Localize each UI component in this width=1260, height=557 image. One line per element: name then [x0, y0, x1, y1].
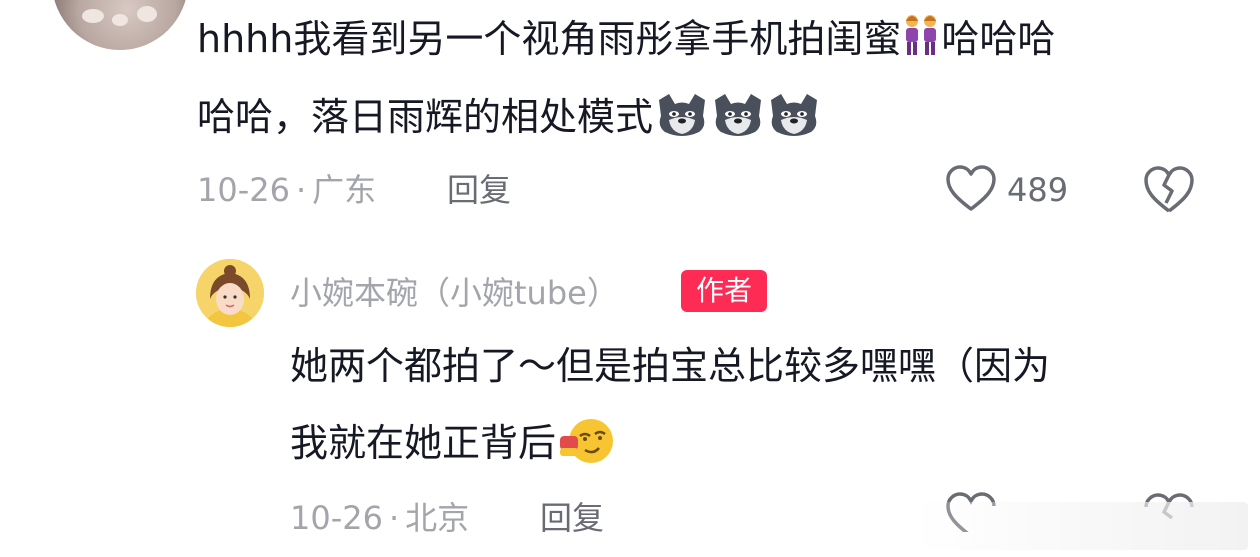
reply-meta: 10-26 · 北京	[290, 498, 469, 538]
meta-separator: ·	[388, 499, 400, 537]
author-name[interactable]: 小婉本碗（小婉tube）	[290, 272, 619, 314]
watermark-overlay	[912, 502, 1248, 550]
wolf-emoji	[771, 94, 818, 136]
meta-separator: ·	[295, 171, 307, 209]
reply-button[interactable]: 回复	[447, 170, 511, 210]
like-count: 489	[1007, 171, 1069, 209]
comment-text-segment: hhhh我看到另一个视角雨彤拿手机拍闺蜜	[197, 17, 902, 61]
wolf-emoji	[715, 94, 762, 136]
author-badge: 作者	[681, 270, 767, 312]
reply-reply-button[interactable]: 回复	[540, 498, 604, 538]
reply-text-line-2: 我就在她正背后	[290, 414, 1210, 470]
reply-date: 10-26	[290, 499, 383, 537]
reply-text-line-1: 她两个都拍了～但是拍宝总比较多嘿嘿（因为	[290, 344, 1051, 388]
comment-text-segment: 哈哈，落日雨辉的相处模式	[197, 95, 654, 139]
comment-text-segment: 哈哈哈	[941, 17, 1056, 61]
reply-text-segment: 我就在她正背后	[290, 421, 557, 465]
comment-location: 广东	[312, 171, 377, 209]
commenter-avatar[interactable]	[52, 0, 188, 50]
smirk-emoji	[560, 419, 614, 463]
two-women-emoji	[906, 15, 937, 55]
reply-location: 北京	[405, 499, 470, 537]
comment-text-line-1: hhhh我看到另一个视角雨彤拿手机拍闺蜜 哈哈哈	[197, 12, 1207, 66]
like-heart-icon[interactable]	[945, 165, 997, 213]
comment-meta: 10-26 · 广东	[197, 170, 376, 210]
comment-date: 10-26	[197, 171, 290, 209]
dislike-broken-heart-icon[interactable]	[1142, 165, 1196, 215]
comment-text-line-2: 哈哈，落日雨辉的相处模式	[197, 90, 1207, 144]
author-avatar[interactable]	[196, 259, 264, 327]
wolf-emoji	[659, 94, 706, 136]
